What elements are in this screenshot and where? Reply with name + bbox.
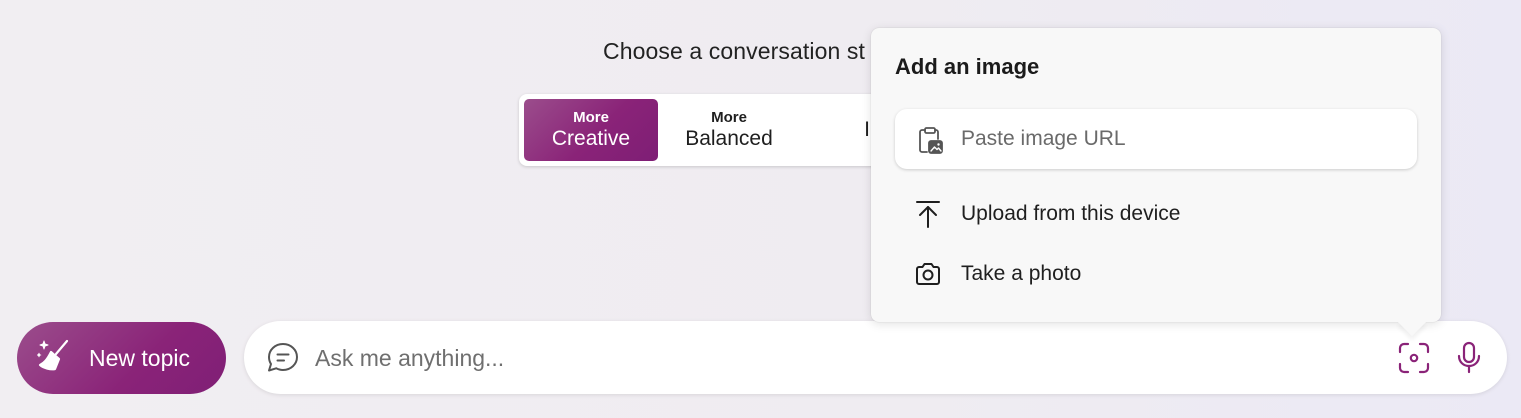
- style-creative-label: Creative: [551, 126, 631, 150]
- style-creative-top-label: More: [573, 108, 609, 126]
- style-creative-button[interactable]: More Creative: [524, 99, 658, 161]
- upload-icon: [895, 199, 961, 229]
- upload-from-device-item[interactable]: Upload from this device: [895, 190, 1417, 238]
- clipboard-image-icon: [915, 126, 945, 161]
- image-url-input[interactable]: [961, 121, 1401, 157]
- broom-sparkle-icon: [36, 338, 71, 379]
- style-precise-label: I: [864, 118, 870, 141]
- new-topic-button[interactable]: New topic: [17, 322, 226, 394]
- popover-title: Add an image: [895, 54, 1040, 79]
- style-balanced-top-label: More: [711, 108, 747, 126]
- conversation-style-heading: Choose a conversation st: [603, 38, 865, 64]
- microphone-icon[interactable]: [1456, 341, 1482, 380]
- chat-bubble-icon: [266, 342, 300, 379]
- upload-from-device-label: Upload from this device: [961, 202, 1181, 225]
- style-balanced-label: Balanced: [685, 126, 773, 150]
- image-url-field[interactable]: [895, 109, 1417, 169]
- chat-input-bar: [244, 321, 1507, 394]
- new-topic-label: New topic: [89, 344, 190, 371]
- style-balanced-button[interactable]: More Balanced: [662, 99, 796, 161]
- add-image-popover: Add an image Upload from this device: [871, 28, 1441, 337]
- image-search-icon[interactable]: [1397, 341, 1431, 380]
- camera-icon: [895, 261, 961, 287]
- chat-input[interactable]: [315, 337, 1375, 379]
- take-photo-item[interactable]: Take a photo: [895, 250, 1417, 298]
- take-photo-label: Take a photo: [961, 262, 1082, 285]
